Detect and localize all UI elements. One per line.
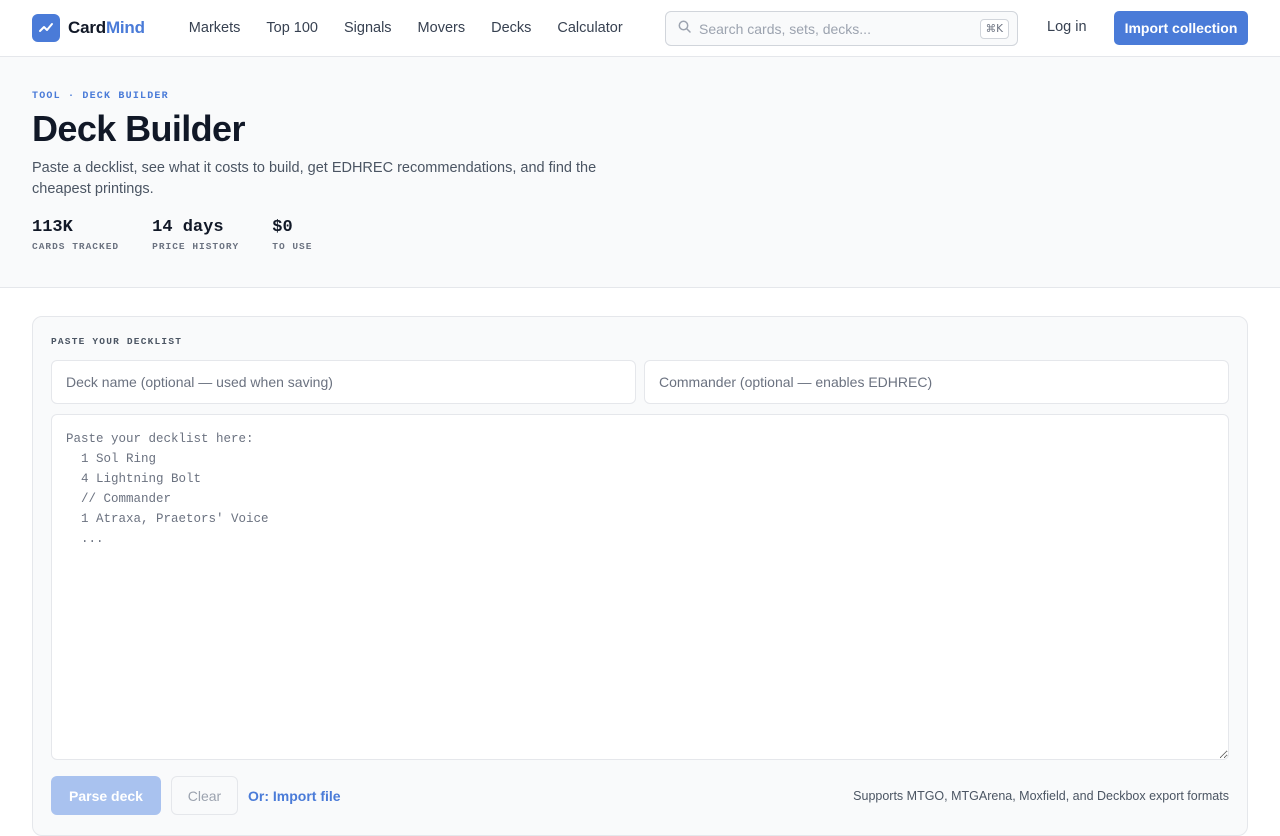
- brand-name-part1: Card: [68, 18, 106, 37]
- nav-signals[interactable]: Signals: [344, 20, 392, 36]
- stat-label: Cards tracked: [32, 241, 120, 252]
- nav-movers[interactable]: Movers: [418, 20, 466, 36]
- login-link[interactable]: Log in: [1047, 19, 1087, 35]
- brand[interactable]: CardMind: [32, 14, 145, 42]
- decklist-panel: Paste your decklist Parse deck Clear Or:…: [32, 316, 1248, 836]
- decklist-textarea[interactable]: [51, 414, 1229, 760]
- trend-chart-icon: [32, 14, 60, 42]
- brand-name: CardMind: [68, 18, 145, 38]
- stat-label: Price history: [152, 241, 240, 252]
- clear-button[interactable]: Clear: [171, 776, 238, 815]
- page-subtitle: Paste a decklist, see what it costs to b…: [32, 160, 597, 197]
- search-bar[interactable]: ⌘K: [665, 11, 1018, 46]
- search-input[interactable]: [699, 20, 980, 37]
- stat-value: 14 days: [152, 218, 224, 237]
- nav-decks[interactable]: Decks: [491, 20, 531, 36]
- stats-row: 113K Cards tracked 14 days Price history…: [32, 218, 1248, 252]
- stat-value: $0: [272, 218, 293, 237]
- nav-top-100[interactable]: Top 100: [266, 20, 318, 36]
- stat-cost: $0 To use: [272, 218, 312, 252]
- deck-meta-row: [51, 360, 1229, 404]
- brand-name-part2: Mind: [105, 18, 145, 37]
- import-file-link[interactable]: Or: Import file: [248, 788, 341, 804]
- nav-calculator[interactable]: Calculator: [557, 20, 622, 36]
- search-icon: [678, 20, 691, 38]
- breadcrumb: Tool · Deck Builder: [32, 91, 169, 102]
- page-hero: Tool · Deck Builder Deck Builder Paste a…: [0, 57, 1280, 288]
- stat-label: To use: [272, 241, 313, 252]
- top-navigation-bar: CardMind Markets Top 100 Signals Movers …: [0, 0, 1280, 57]
- search-shortcut-badge: ⌘K: [979, 18, 1009, 39]
- page-title: Deck Builder: [32, 108, 245, 149]
- stat-value: 113K: [32, 218, 73, 237]
- import-collection-button[interactable]: Import collection: [1114, 11, 1248, 45]
- commander-input[interactable]: [644, 360, 1229, 404]
- stat-price-history: 14 days Price history: [152, 218, 239, 252]
- deck-name-input[interactable]: [51, 360, 636, 404]
- stat-cards-tracked: 113K Cards tracked: [32, 218, 119, 252]
- supported-formats-note: Supports MTGO, MTGArena, Moxfield, and D…: [853, 788, 1229, 803]
- nav-markets[interactable]: Markets: [189, 20, 241, 36]
- parse-deck-button[interactable]: Parse deck: [51, 776, 161, 815]
- action-row: Parse deck Clear Or: Import file Support…: [51, 776, 1229, 815]
- main-nav: Markets Top 100 Signals Movers Decks Cal…: [189, 20, 623, 36]
- section-label: Paste your decklist: [51, 336, 183, 347]
